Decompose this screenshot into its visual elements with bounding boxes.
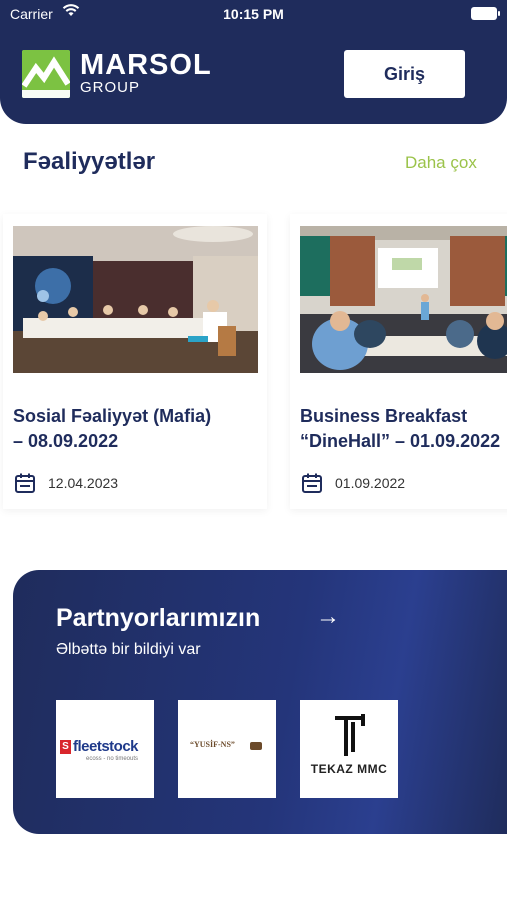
mountain-logo-icon xyxy=(22,50,70,98)
partners-title[interactable]: Partnyorlarımızın xyxy=(56,604,260,633)
yusif-logo-icon xyxy=(250,742,262,750)
brand-logo[interactable]: MARSOL GROUP xyxy=(22,50,211,98)
tekaz-logo-icon xyxy=(335,714,365,756)
activity-title-line-2: – 08.09.2022 xyxy=(13,431,119,451)
login-button[interactable]: Giriş xyxy=(344,50,465,98)
partners-subtitle: Əlbəttə bir bildiyi var xyxy=(56,641,201,658)
fleetstock-tagline: ecoss - no timeouts xyxy=(86,756,139,762)
status-bar: Carrier 10:15 PM xyxy=(0,0,507,28)
brand-name: MARSOL xyxy=(80,49,212,81)
battery-icon xyxy=(471,7,500,20)
activity-date: 01.09.2022 xyxy=(335,475,406,491)
activity-card[interactable]: Sosial Fəaliyyət (Mafia) – 08.09.2022 12… xyxy=(3,214,267,509)
activities-title: Fəaliyyətlər xyxy=(23,148,156,175)
partner-logo-fleetstock[interactable]: S fleetstock ecoss - no timeouts xyxy=(56,700,154,798)
activity-title-line-1: Business Breakfast xyxy=(300,406,468,426)
activity-title-line-1: Sosial Fəaliyyət (Mafia) xyxy=(13,406,212,426)
tekaz-name: TEKAZ MMC xyxy=(310,762,388,776)
activity-photo xyxy=(300,226,507,373)
activity-title: Business Breakfast “DineHall” – 01.09.20… xyxy=(300,404,507,454)
clock: 10:15 PM xyxy=(223,6,284,22)
yusif-logo-text: “YUSİF-NS” xyxy=(190,740,235,749)
activity-photo xyxy=(13,226,258,373)
fleetstock-name: fleetstock xyxy=(73,738,139,755)
app-header: Carrier 10:15 PM MARSOL GROUP Giriş xyxy=(0,0,507,124)
arrow-right-icon[interactable]: → xyxy=(316,603,340,631)
partner-logo-yusif[interactable]: “YUSİF-NS” xyxy=(178,700,276,798)
fleetstock-mark: S xyxy=(60,740,71,754)
partners-section: Partnyorlarımızın → Əlbəttə bir bildiyi … xyxy=(13,570,507,834)
activity-date: 12.04.2023 xyxy=(48,475,119,491)
calendar-icon xyxy=(302,473,322,493)
activity-title: Sosial Fəaliyyət (Mafia) – 08.09.2022 xyxy=(13,404,273,454)
see-more-link[interactable]: Daha çox xyxy=(405,153,477,173)
brand-subtitle: GROUP xyxy=(80,79,141,96)
calendar-icon xyxy=(15,473,35,493)
partner-logo-tekaz[interactable]: TEKAZ MMC xyxy=(300,700,398,798)
activity-card[interactable]: Business Breakfast “DineHall” – 01.09.20… xyxy=(290,214,507,509)
activity-title-line-2: “DineHall” – 01.09.2022 xyxy=(300,431,501,451)
